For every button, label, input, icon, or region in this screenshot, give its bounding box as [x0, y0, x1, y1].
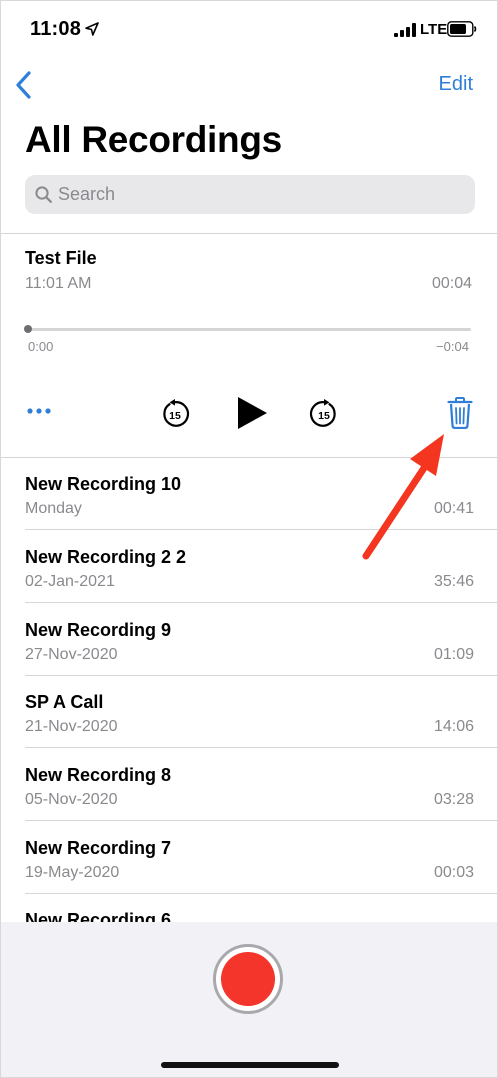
- scrubber-track[interactable]: [28, 328, 471, 331]
- recording-duration: 00:04: [431, 275, 472, 292]
- list-item[interactable]: New Recording 2 2 02-Jan-2021 35:46: [1, 531, 497, 603]
- search-icon: [35, 186, 52, 203]
- skip-forward-15-icon[interactable]: 15: [309, 399, 339, 429]
- search-bar[interactable]: [25, 175, 475, 214]
- list-item[interactable]: New Recording 7 19-May-2020 00:03: [1, 822, 497, 894]
- chevron-left-icon[interactable]: [13, 69, 35, 101]
- list-item[interactable]: SP A Call 21-Nov-2020 14:06: [1, 676, 497, 748]
- recording-name: New Recording 7: [25, 838, 172, 858]
- divider: [25, 820, 497, 821]
- signal-bars-icon: [394, 23, 416, 37]
- home-indicator[interactable]: [161, 1062, 339, 1068]
- voice-memos-screen: 11:08 LTE Edit All Recordings Test File …: [0, 0, 498, 1078]
- recording-duration: 01:09: [433, 646, 474, 663]
- recording-date: 02-Jan-2021: [25, 573, 115, 590]
- elapsed-time: 0:00: [28, 339, 54, 354]
- recording-duration: 03:28: [433, 791, 474, 808]
- recording-name: New Recording 8: [25, 765, 172, 785]
- record-button[interactable]: [213, 944, 283, 1014]
- trash-icon[interactable]: [447, 397, 473, 429]
- edit-button[interactable]: Edit: [439, 73, 473, 96]
- divider: [25, 529, 497, 530]
- list-item[interactable]: New Recording 8 05-Nov-2020 03:28: [1, 749, 497, 821]
- more-icon[interactable]: [26, 405, 56, 417]
- remaining-time: −0:04: [436, 339, 469, 354]
- recording-duration: 35:46: [433, 573, 474, 590]
- network-type: LTE: [420, 21, 448, 38]
- recording-date: 19-May-2020: [25, 864, 120, 881]
- svg-text:15: 15: [169, 410, 181, 422]
- recording-date: 11:01 AM: [25, 275, 92, 292]
- search-input[interactable]: [58, 175, 458, 214]
- recording-date: 05-Nov-2020: [25, 791, 118, 808]
- recording-date: Monday: [25, 500, 82, 517]
- scrubber-handle[interactable]: [24, 325, 32, 333]
- recording-duration: 14:06: [433, 718, 474, 735]
- recording-name[interactable]: Test File: [25, 248, 97, 269]
- recording-name: New Recording 10: [25, 474, 182, 494]
- location-arrow-icon: [85, 22, 99, 36]
- play-icon[interactable]: [235, 395, 269, 431]
- list-item[interactable]: New Recording 9 27-Nov-2020 01:09: [1, 604, 497, 676]
- skip-back-15-icon[interactable]: 15: [160, 399, 190, 429]
- recording-name: SP A Call: [25, 692, 104, 712]
- record-dot-icon: [221, 952, 275, 1006]
- status-time: 11:08: [30, 18, 82, 40]
- svg-text:15: 15: [318, 410, 330, 422]
- recording-date: 27-Nov-2020: [25, 646, 118, 663]
- divider: [25, 602, 497, 603]
- list-item[interactable]: New Recording 10 Monday 00:41: [1, 458, 497, 530]
- battery-icon: [447, 21, 477, 37]
- recording-duration: 00:03: [433, 864, 474, 881]
- recording-duration: 00:41: [433, 500, 474, 517]
- recording-name: New Recording 9: [25, 620, 172, 640]
- divider: [1, 233, 497, 234]
- divider: [25, 747, 497, 748]
- recording-date: 21-Nov-2020: [25, 718, 118, 735]
- page-title: All Recordings: [25, 119, 282, 160]
- recording-name: New Recording 2 2: [25, 547, 187, 567]
